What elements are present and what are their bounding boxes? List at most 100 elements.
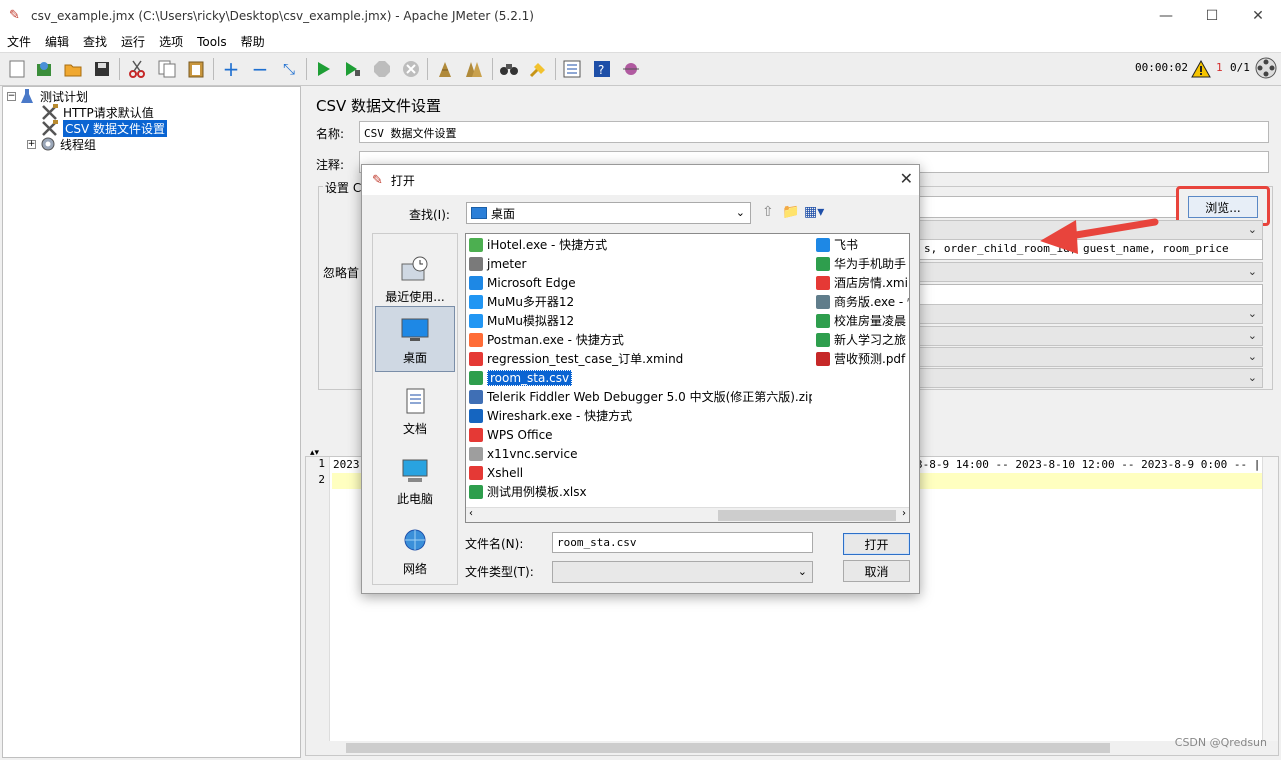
place-network[interactable]: 网络 — [375, 516, 455, 582]
help-icon[interactable]: ? — [591, 58, 613, 80]
minimize-button[interactable]: — — [1143, 0, 1189, 31]
maximize-button[interactable]: ☐ — [1189, 0, 1235, 31]
warning-icon[interactable] — [1190, 58, 1212, 80]
file-item[interactable]: MuMu多开器12 — [466, 292, 812, 311]
file-icon — [469, 446, 483, 461]
horizontal-scrollbar[interactable] — [306, 741, 1278, 755]
jmeter-logo-icon: ✎ — [9, 8, 20, 23]
dialog-close-icon[interactable]: ✕ — [900, 169, 913, 188]
tree-node-thread-group[interactable]: + 线程组 — [27, 136, 96, 152]
file-item[interactable]: 新人学习之旅 — [813, 330, 909, 349]
svg-text:?: ? — [598, 63, 604, 77]
function-helper-icon[interactable] — [561, 58, 583, 80]
file-list-scrollbar[interactable]: ‹ › — [466, 507, 909, 522]
stop-icon[interactable] — [371, 58, 393, 80]
menu-tools[interactable]: Tools — [190, 35, 234, 49]
open-icon[interactable] — [62, 58, 84, 80]
file-item[interactable]: WPS Office — [466, 425, 812, 444]
file-item[interactable]: 商务版.exe - 快 — [813, 292, 909, 311]
cut-icon[interactable] — [126, 58, 148, 80]
place-recent[interactable]: 最近使用... — [375, 244, 455, 310]
shutdown-icon[interactable] — [400, 58, 422, 80]
view-menu-icon[interactable]: ▦▾ — [804, 204, 824, 220]
file-item[interactable]: MuMu模拟器12 — [466, 311, 812, 330]
menu-file[interactable]: 文件 — [0, 33, 38, 50]
browse-button[interactable]: 浏览... — [1188, 196, 1258, 218]
remote-icon[interactable] — [620, 58, 642, 80]
scroll-thumb[interactable] — [718, 510, 896, 521]
menu-help[interactable]: 帮助 — [234, 33, 272, 50]
file-item[interactable]: Postman.exe - 快捷方式 — [466, 330, 812, 349]
splitter-arrows-icon[interactable]: ▴▾ — [310, 448, 319, 458]
start-no-pause-icon[interactable] — [342, 58, 364, 80]
file-item[interactable]: Xshell — [466, 463, 812, 482]
tree-node-csv-config[interactable]: CSV 数据文件设置 — [41, 119, 168, 137]
collapse-icon[interactable]: − — [249, 57, 271, 81]
file-item[interactable]: Wireshark.exe - 快捷方式 — [466, 406, 812, 425]
file-item[interactable]: 华为手机助手 — [813, 254, 909, 273]
recycle-eof-combo[interactable]: ⌄ — [919, 326, 1263, 346]
file-item[interactable]: jmeter — [466, 254, 812, 273]
look-in-value: 桌面 — [491, 206, 516, 221]
filename-input[interactable]: room_sta.csv — [552, 532, 813, 553]
expand-icon[interactable]: + — [220, 57, 242, 81]
new-icon[interactable] — [6, 58, 28, 80]
file-item[interactable]: Telerik Fiddler Web Debugger 5.0 中文版(修正第… — [466, 387, 812, 406]
save-icon[interactable] — [91, 58, 113, 80]
up-folder-icon[interactable]: ⇧ — [762, 204, 774, 220]
menu-edit[interactable]: 编辑 — [38, 33, 76, 50]
test-plan-tree: − 测试计划 HTTP请求默认值 CSV 数据文件设置 + 线程组 — [2, 86, 301, 758]
file-item[interactable]: Microsoft Edge — [466, 273, 812, 292]
cancel-button[interactable]: 取消 — [843, 560, 910, 582]
file-item[interactable]: 营收预测.pdf — [813, 349, 909, 368]
menu-options[interactable]: 选项 — [152, 33, 190, 50]
clear-icon[interactable] — [434, 58, 456, 80]
templates-icon[interactable] — [33, 58, 55, 80]
file-list[interactable]: iHotel.exe - 快捷方式 jmeter Microsoft Edge MuM… — [465, 233, 910, 523]
file-name: regression_test_case_订单.xmind — [487, 352, 684, 366]
look-in-combo[interactable]: 桌面 ⌄ — [466, 202, 751, 224]
open-button[interactable]: 打开 — [843, 533, 910, 555]
delimiter-input[interactable] — [919, 284, 1263, 306]
expand-toggle-icon[interactable]: + — [27, 139, 36, 149]
copy-icon[interactable] — [156, 58, 178, 80]
place-desktop[interactable]: 桌面 — [375, 306, 455, 372]
file-item[interactable]: iHotel.exe - 快捷方式 — [466, 235, 812, 254]
stop-thread-eof-combo[interactable]: ⌄ — [919, 347, 1263, 367]
file-item[interactable]: 酒店房情.xmind — [813, 273, 909, 292]
recent-icon — [401, 256, 428, 281]
place-documents[interactable]: 文档 — [375, 376, 455, 442]
file-item[interactable]: 测试用例模板.xlsx — [466, 482, 812, 501]
scroll-left-icon[interactable]: ‹ — [469, 508, 473, 519]
place-this-pc[interactable]: 此电脑 — [375, 446, 455, 512]
xlsx-icon — [816, 313, 830, 328]
vertical-scrollbar[interactable] — [1262, 457, 1278, 743]
csv-icon — [469, 370, 483, 385]
file-item[interactable]: 校准房量凌晨 — [813, 311, 909, 330]
tree-node-test-plan[interactable]: − 测试计划 — [7, 88, 88, 104]
search-icon[interactable] — [498, 58, 520, 80]
scroll-thumb[interactable] — [346, 743, 1110, 753]
start-icon[interactable] — [313, 58, 335, 80]
collapse-toggle-icon[interactable]: − — [7, 91, 16, 101]
ignore-first-line-combo[interactable]: ⌄ — [919, 262, 1263, 282]
paste-icon[interactable] — [185, 58, 207, 80]
reset-search-icon[interactable] — [527, 58, 549, 80]
scroll-right-icon[interactable]: › — [902, 508, 906, 519]
close-button[interactable]: ✕ — [1235, 0, 1281, 31]
sharing-mode-combo[interactable]: ⌄ — [919, 368, 1263, 388]
tree-label: 测试计划 — [40, 89, 89, 104]
name-input[interactable]: CSV 数据文件设置 — [359, 121, 1269, 143]
filetype-combo[interactable]: ⌄ — [552, 561, 813, 583]
tree-node-http-defaults[interactable]: HTTP请求默认值 — [41, 104, 154, 120]
quoted-data-combo[interactable]: ⌄ — [919, 304, 1263, 324]
file-item[interactable]: regression_test_case_订单.xmind — [466, 349, 812, 368]
file-item[interactable]: 飞书 — [813, 235, 909, 254]
menu-search[interactable]: 查找 — [76, 33, 114, 50]
toggle-icon[interactable]: ⤡ — [278, 58, 300, 80]
menu-run[interactable]: 运行 — [114, 33, 152, 50]
new-folder-icon[interactable]: 📁 — [782, 204, 799, 220]
file-item[interactable]: x11vnc.service — [466, 444, 812, 463]
clear-all-icon[interactable] — [463, 58, 485, 80]
file-item[interactable]: room_sta.csv — [466, 368, 812, 387]
